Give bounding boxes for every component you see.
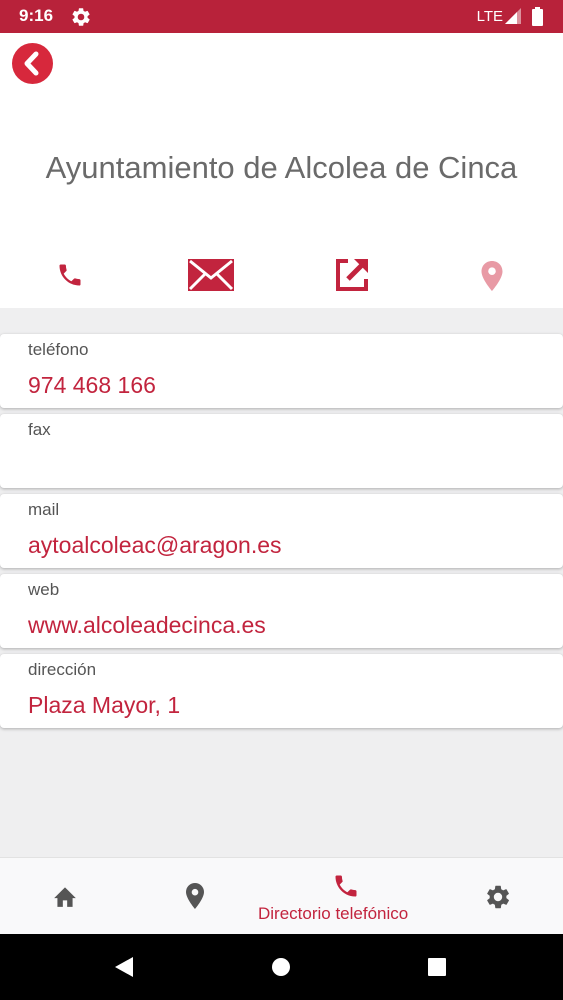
contact-card-fax[interactable]: fax	[0, 414, 563, 488]
home-circle-icon	[272, 958, 290, 976]
system-home-button[interactable]	[271, 957, 291, 982]
phone-icon	[59, 264, 81, 286]
nav-item-home[interactable]	[52, 884, 78, 913]
card-label: fax	[28, 420, 51, 439]
page-title: Ayuntamiento de Alcolea de Cinca	[45, 150, 518, 185]
contact-card-phone[interactable]: teléfono 974 468 166	[0, 334, 563, 408]
card-value: 974 468 166	[28, 372, 156, 398]
contact-card-mail[interactable]: mail aytoalcoleac@aragon.es	[0, 494, 563, 568]
card-value: www.alcoleadecinca.es	[28, 612, 266, 638]
status-bar: 9:16 LTE	[0, 0, 563, 33]
card-value: aytoalcoleac@aragon.es	[28, 532, 282, 558]
system-navigation-bar	[0, 934, 563, 1000]
open-external-icon	[336, 259, 368, 291]
nav-item-map[interactable]	[185, 882, 205, 915]
location-pin-icon	[186, 883, 204, 909]
card-label: mail	[28, 500, 60, 519]
chevron-left-icon	[24, 51, 39, 76]
system-recents-button[interactable]	[427, 957, 447, 982]
back-button[interactable]	[12, 43, 53, 84]
status-time: 9:16	[19, 6, 54, 25]
gear-icon	[70, 6, 92, 33]
mail-icon	[188, 259, 234, 291]
bottom-navigation: Directorio telefónico	[0, 857, 563, 935]
recents-square-icon	[428, 958, 446, 976]
network-type: LTE	[476, 8, 503, 25]
home-icon	[54, 887, 76, 907]
web-action-button[interactable]	[334, 257, 370, 298]
card-label: dirección	[28, 660, 97, 679]
call-action-button[interactable]	[56, 261, 84, 294]
header: Ayuntamiento de Alcolea de Cinca	[0, 33, 563, 308]
map-action-button[interactable]	[480, 260, 504, 297]
card-label: teléfono	[28, 340, 89, 359]
phone-icon	[335, 875, 357, 897]
back-triangle-icon	[115, 957, 133, 977]
contact-card-web[interactable]: web www.alcoleadecinca.es	[0, 574, 563, 648]
email-action-button[interactable]	[188, 259, 234, 296]
nav-label-directory: Directorio telefónico	[258, 904, 409, 923]
battery-icon	[532, 7, 543, 31]
card-value: Plaza Mayor, 1	[28, 692, 181, 718]
contact-card-address[interactable]: dirección Plaza Mayor, 1	[0, 654, 563, 728]
card-label: web	[28, 580, 60, 599]
signal-icon	[505, 8, 521, 29]
gear-icon	[487, 885, 509, 909]
nav-item-settings[interactable]	[484, 883, 512, 916]
system-back-button[interactable]	[114, 956, 134, 983]
location-pin-icon	[481, 261, 503, 291]
